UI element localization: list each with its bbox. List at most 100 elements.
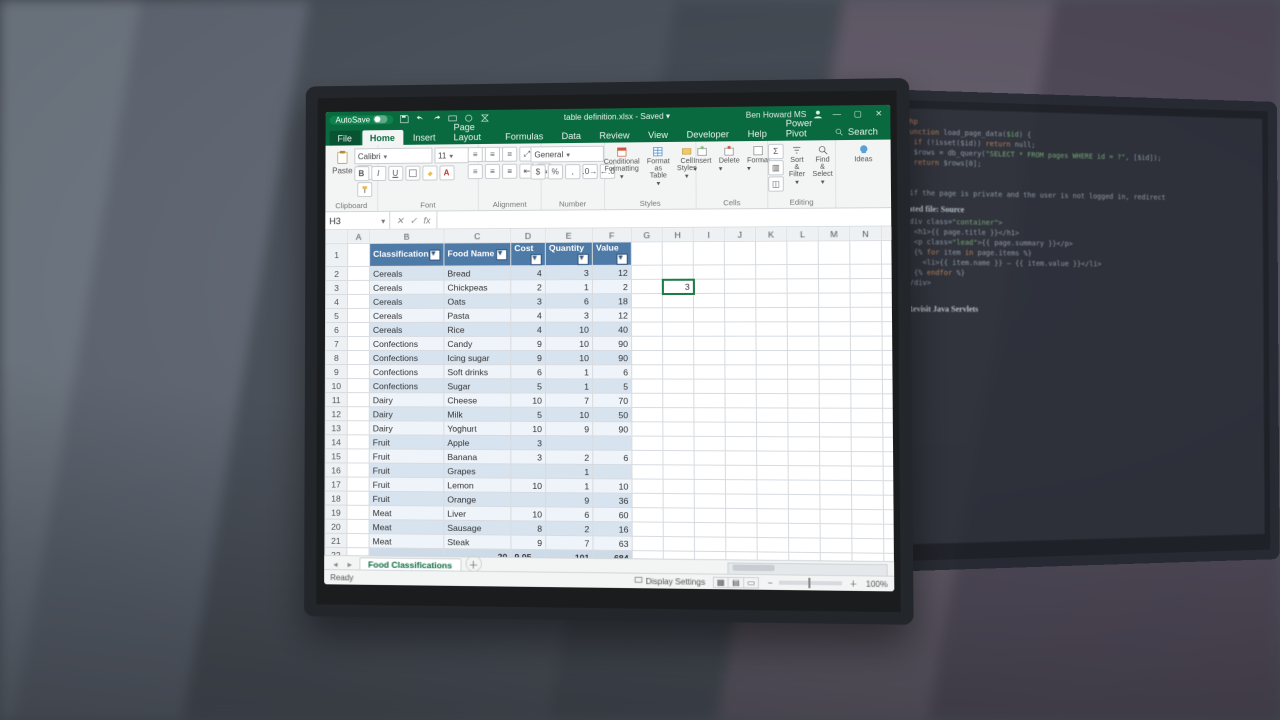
cell[interactable]: [347, 463, 369, 477]
cell[interactable]: 2: [511, 280, 546, 294]
cell[interactable]: [693, 308, 724, 322]
cell[interactable]: [884, 524, 894, 539]
cell[interactable]: [787, 307, 819, 321]
cell[interactable]: [694, 351, 725, 365]
cell[interactable]: Milk: [444, 407, 511, 421]
cell[interactable]: [347, 322, 369, 336]
cell[interactable]: [725, 379, 756, 393]
cell[interactable]: [663, 436, 694, 450]
cell[interactable]: [787, 351, 819, 365]
cell[interactable]: [347, 421, 369, 435]
name-box[interactable]: H3: [325, 212, 390, 230]
cell[interactable]: [883, 437, 894, 452]
cell[interactable]: [818, 241, 850, 265]
cell[interactable]: [788, 422, 820, 437]
cell[interactable]: [851, 480, 883, 495]
cell[interactable]: [882, 379, 894, 394]
row-header[interactable]: 5: [326, 308, 348, 322]
cell[interactable]: [820, 495, 852, 510]
cell[interactable]: 9: [511, 351, 546, 365]
cell[interactable]: 7: [546, 535, 593, 550]
display-settings-button[interactable]: Display Settings: [634, 576, 705, 587]
cell[interactable]: Cereals: [370, 266, 444, 280]
cell[interactable]: [851, 466, 883, 481]
cell[interactable]: [726, 508, 757, 523]
cell[interactable]: [787, 293, 819, 307]
cell[interactable]: [757, 494, 789, 509]
row-header[interactable]: 17: [325, 477, 347, 491]
cell[interactable]: [662, 293, 693, 307]
cell[interactable]: [851, 351, 883, 365]
cell[interactable]: [851, 379, 883, 393]
cell[interactable]: [632, 465, 663, 480]
row-header[interactable]: 1: [326, 244, 348, 267]
cell[interactable]: [852, 538, 884, 553]
font-color-icon[interactable]: A: [439, 165, 454, 180]
cell[interactable]: [756, 351, 787, 365]
cell[interactable]: [850, 264, 882, 278]
cell[interactable]: [883, 408, 894, 423]
cell[interactable]: [631, 265, 662, 279]
cell[interactable]: [756, 336, 787, 350]
cell[interactable]: [818, 264, 850, 278]
cell[interactable]: 1: [545, 365, 592, 379]
fill-color-icon[interactable]: [422, 165, 437, 180]
cell[interactable]: [694, 508, 725, 523]
cell[interactable]: [632, 450, 663, 464]
cell[interactable]: [663, 351, 694, 365]
cell[interactable]: [631, 294, 662, 308]
cell[interactable]: [348, 243, 370, 266]
underline-button[interactable]: U: [388, 166, 403, 181]
cell[interactable]: [852, 495, 884, 510]
cell[interactable]: 36: [593, 493, 632, 508]
cell[interactable]: [726, 523, 757, 538]
format-painter-icon[interactable]: [357, 182, 372, 197]
cell[interactable]: Fruit: [369, 477, 444, 492]
cell[interactable]: [820, 509, 852, 524]
cell[interactable]: [694, 465, 725, 480]
conditional-formatting-button[interactable]: Conditional Formatting ▾: [602, 145, 642, 182]
cell[interactable]: [632, 322, 663, 336]
align-bottom-icon[interactable]: ≡: [502, 147, 517, 162]
cell[interactable]: Steak: [444, 534, 511, 549]
row-header[interactable]: 3: [326, 280, 348, 294]
column-header[interactable]: H: [662, 227, 693, 241]
cell[interactable]: [819, 293, 851, 307]
cell[interactable]: 9: [511, 336, 546, 350]
cell[interactable]: Chickpeas: [444, 280, 511, 294]
cell[interactable]: [347, 477, 369, 491]
cell[interactable]: 40: [592, 322, 631, 336]
row-header[interactable]: 10: [325, 379, 347, 393]
row-header[interactable]: 18: [325, 491, 347, 505]
align-top-icon[interactable]: ≡: [468, 147, 483, 162]
cell[interactable]: [694, 408, 725, 422]
cell[interactable]: [726, 494, 757, 509]
enter-formula-icon[interactable]: ✓: [410, 215, 418, 226]
cell[interactable]: [725, 465, 756, 480]
cell[interactable]: Food Name: [444, 243, 511, 266]
cell[interactable]: [819, 408, 851, 423]
percent-icon[interactable]: %: [548, 164, 563, 179]
cell[interactable]: [347, 365, 369, 379]
tell-me-search[interactable]: Search: [829, 123, 884, 140]
column-header[interactable]: G: [631, 228, 662, 242]
cell[interactable]: 12: [592, 265, 631, 279]
filter-dropdown-icon[interactable]: [429, 250, 440, 261]
cell[interactable]: [787, 322, 819, 336]
font-name-select[interactable]: Calibri: [354, 148, 432, 165]
borders-icon[interactable]: [405, 166, 420, 181]
cell[interactable]: Icing sugar: [444, 351, 511, 365]
sort-filter-button[interactable]: Sort & Filter ▾: [787, 144, 808, 188]
cell[interactable]: [632, 336, 663, 350]
cell[interactable]: [818, 279, 850, 293]
cell[interactable]: [662, 322, 693, 336]
column-header[interactable]: J: [724, 227, 755, 241]
cell[interactable]: [756, 293, 787, 307]
cell[interactable]: 18: [592, 294, 631, 308]
cell[interactable]: [850, 293, 882, 307]
cell[interactable]: Dairy: [369, 407, 444, 421]
cell[interactable]: [883, 423, 894, 438]
cell[interactable]: [694, 379, 725, 393]
cell[interactable]: 1: [545, 280, 592, 294]
cell[interactable]: Rice: [444, 322, 511, 336]
